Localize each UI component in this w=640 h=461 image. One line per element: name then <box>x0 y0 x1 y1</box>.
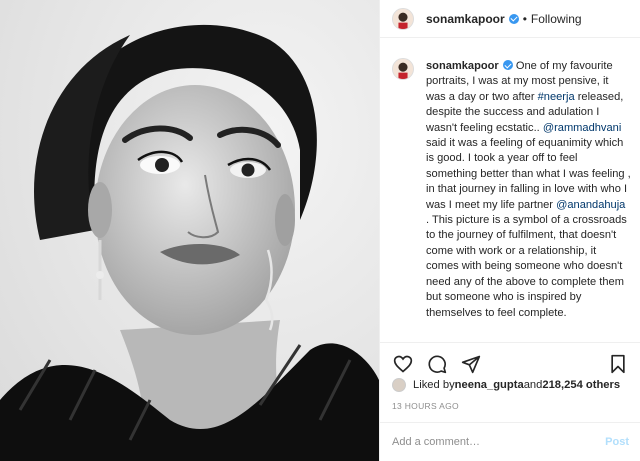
caption-verified-icon <box>502 60 513 70</box>
caption-avatar[interactable] <box>392 58 414 80</box>
post-header: sonamkapoor • Following <box>380 0 640 38</box>
hashtag-link[interactable]: #neerja <box>538 91 575 103</box>
liker-avatar[interactable] <box>392 378 406 392</box>
follow-button[interactable]: Following <box>531 12 582 26</box>
mention-link-2[interactable]: @anandahuja <box>556 199 625 211</box>
caption-username[interactable]: sonamkapoor <box>426 60 499 72</box>
username[interactable]: sonamkapoor <box>426 12 505 26</box>
separator-dot: • <box>522 11 527 26</box>
caption-part-4: . This picture is a symbol of a crossroa… <box>426 214 627 319</box>
comment-bar: Post <box>380 422 640 461</box>
post-photo[interactable] <box>0 0 379 461</box>
post-button[interactable]: Post <box>605 436 629 448</box>
verified-icon <box>508 13 519 24</box>
bookmark-icon[interactable] <box>607 353 629 375</box>
post-timestamp[interactable]: 13 HOURS AGO <box>392 401 459 411</box>
mention-link-1[interactable]: @rammadhvani <box>543 122 621 134</box>
caption-text: sonamkapoor One of my favourite portrait… <box>426 48 631 338</box>
portrait-image <box>0 0 379 461</box>
liker-username[interactable]: neena_gupta <box>455 379 524 391</box>
heart-icon[interactable] <box>392 353 414 375</box>
avatar[interactable] <box>392 7 414 30</box>
action-bar <box>380 342 640 378</box>
caption-area: sonamkapoor One of my favourite portrait… <box>380 48 640 338</box>
comment-icon[interactable] <box>426 353 448 375</box>
share-icon[interactable] <box>460 353 482 375</box>
comment-input[interactable] <box>392 436 606 448</box>
likes-middle: and <box>523 379 543 391</box>
likes-count[interactable]: 218,254 others <box>542 379 620 391</box>
post-sidebar: sonamkapoor • Following sonamkapoor One … <box>379 0 640 461</box>
likes-prefix: Liked by <box>413 379 455 391</box>
likes-row: Liked by neena_gupta and 218,254 others <box>392 377 620 393</box>
